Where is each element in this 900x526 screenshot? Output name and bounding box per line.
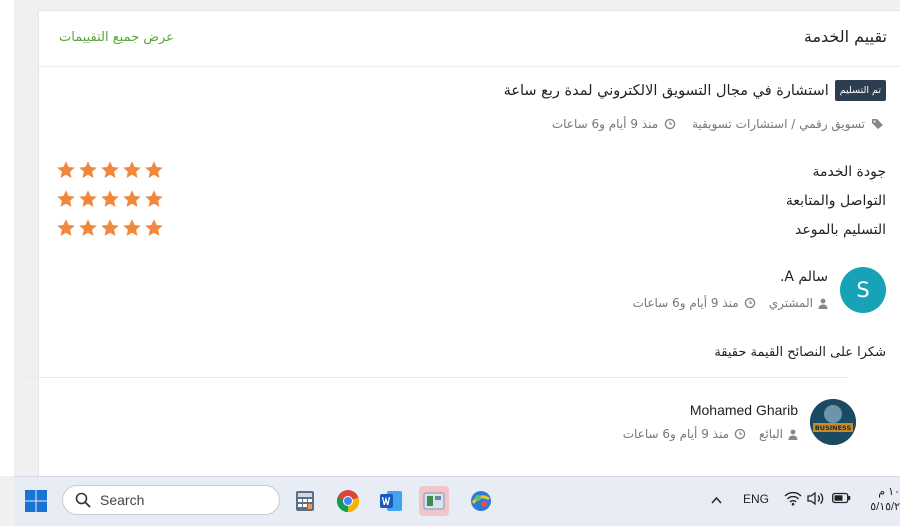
- star-rating: [56, 218, 164, 238]
- user-icon: [818, 298, 828, 309]
- star-icon: [79, 219, 97, 236]
- star-icon: [145, 161, 163, 178]
- card-header: تقييم الخدمة عرض جميع التقييمات: [39, 11, 900, 67]
- tag-icon: [872, 119, 883, 129]
- active-app-icon[interactable]: [419, 486, 449, 516]
- wifi-icon[interactable]: [784, 491, 802, 506]
- divider: [20, 377, 848, 378]
- criterion-label: التواصل والمتابعة: [785, 193, 886, 209]
- seller-role: البائع: [759, 427, 783, 441]
- search-placeholder: Search: [100, 492, 145, 508]
- star-rating: [56, 160, 164, 180]
- clock-icon: [664, 118, 676, 130]
- delivered-badge: تم التسليم: [834, 80, 886, 101]
- chevron-up-icon[interactable]: [711, 496, 722, 504]
- criterion-label: التسليم بالموعد: [795, 222, 886, 238]
- service-meta: تسويق رقمي / استشارات تسويقية منذ 9 أيام…: [552, 117, 884, 131]
- clock-time: ١٠ م: [878, 486, 900, 498]
- criterion-row: جودة الخدمة: [56, 160, 886, 191]
- criterion-row: التسليم بالموعد: [56, 218, 886, 249]
- seller-avatar-text: BUSINESS: [815, 424, 852, 432]
- star-icon: [101, 161, 119, 178]
- star-icon: [79, 190, 97, 207]
- clock-icon: [744, 297, 756, 309]
- buyer-role: المشتري: [768, 296, 813, 310]
- star-rating: [56, 189, 164, 209]
- seller-meta: البائع منذ 9 أيام و6 ساعات: [623, 427, 798, 441]
- star-icon: [123, 219, 141, 236]
- star-icon: [123, 161, 141, 178]
- buyer-meta: المشتري منذ 9 أيام و6 ساعات: [632, 296, 828, 310]
- star-icon: [101, 190, 119, 207]
- left-page-strip: [0, 0, 14, 476]
- card-title: تقييم الخدمة: [803, 27, 887, 46]
- taskbar-search[interactable]: Search: [62, 485, 280, 515]
- criterion-row: التواصل والمتابعة: [56, 189, 886, 220]
- buyer-review-time: منذ 9 أيام و6 ساعات: [632, 296, 739, 310]
- star-icon: [57, 161, 75, 178]
- criteria-list: جودة الخدمة التواصل والمتابعة التسليم با…: [56, 160, 886, 249]
- windows-start-icon[interactable]: [24, 489, 48, 513]
- language-indicator[interactable]: ENG: [743, 492, 769, 506]
- service-title[interactable]: استشارة في مجال التسويق الالكتروني لمدة …: [504, 83, 829, 99]
- seller-avatar[interactable]: BUSINESS: [810, 399, 856, 445]
- buyer-avatar[interactable]: S: [840, 267, 886, 313]
- search-icon: [75, 492, 91, 508]
- star-icon: [57, 219, 75, 236]
- star-icon: [145, 190, 163, 207]
- service-category[interactable]: تسويق رقمي / استشارات تسويقية: [692, 117, 865, 131]
- windows-taskbar: Search ENG ١٠ م ٥/١٥/٢: [14, 476, 900, 526]
- buyer-review: S سالم A. المشتري منذ 9 أيام و6 ساعات: [56, 265, 886, 325]
- star-icon: [145, 219, 163, 236]
- clock-icon: [734, 428, 746, 440]
- buyer-name[interactable]: سالم A.: [780, 269, 828, 285]
- star-icon: [57, 190, 75, 207]
- star-icon: [123, 190, 141, 207]
- star-icon: [79, 161, 97, 178]
- word-app-icon[interactable]: [376, 486, 406, 516]
- review-text: شكرا على النصائح القيمة حقيقة: [714, 345, 886, 360]
- taskbar-clock[interactable]: ١٠ م ٥/١٥/٢: [864, 485, 900, 515]
- speaker-icon[interactable]: [807, 491, 824, 506]
- seller-time: منذ 9 أيام و6 ساعات: [622, 427, 729, 441]
- service-time: منذ 9 أيام و6 ساعات: [551, 117, 659, 131]
- criterion-label: جودة الخدمة: [812, 164, 886, 180]
- view-all-ratings-link[interactable]: عرض جميع التقييمات: [59, 30, 174, 45]
- user-icon: [788, 429, 798, 440]
- seller-reply: BUSINESS Mohamed Gharib البائع منذ 9 أيا…: [56, 397, 886, 457]
- seller-name[interactable]: Mohamed Gharib: [690, 402, 798, 418]
- service-row: تم التسليم استشارة في مجال التسويق الالك…: [504, 80, 886, 101]
- chrome-browser-icon[interactable]: [333, 486, 363, 516]
- battery-icon[interactable]: [832, 492, 851, 504]
- star-icon: [101, 219, 119, 236]
- colorful-app-icon[interactable]: [466, 486, 496, 516]
- clock-date: ٥/١٥/٢: [870, 501, 900, 513]
- calculator-app-icon[interactable]: [290, 486, 320, 516]
